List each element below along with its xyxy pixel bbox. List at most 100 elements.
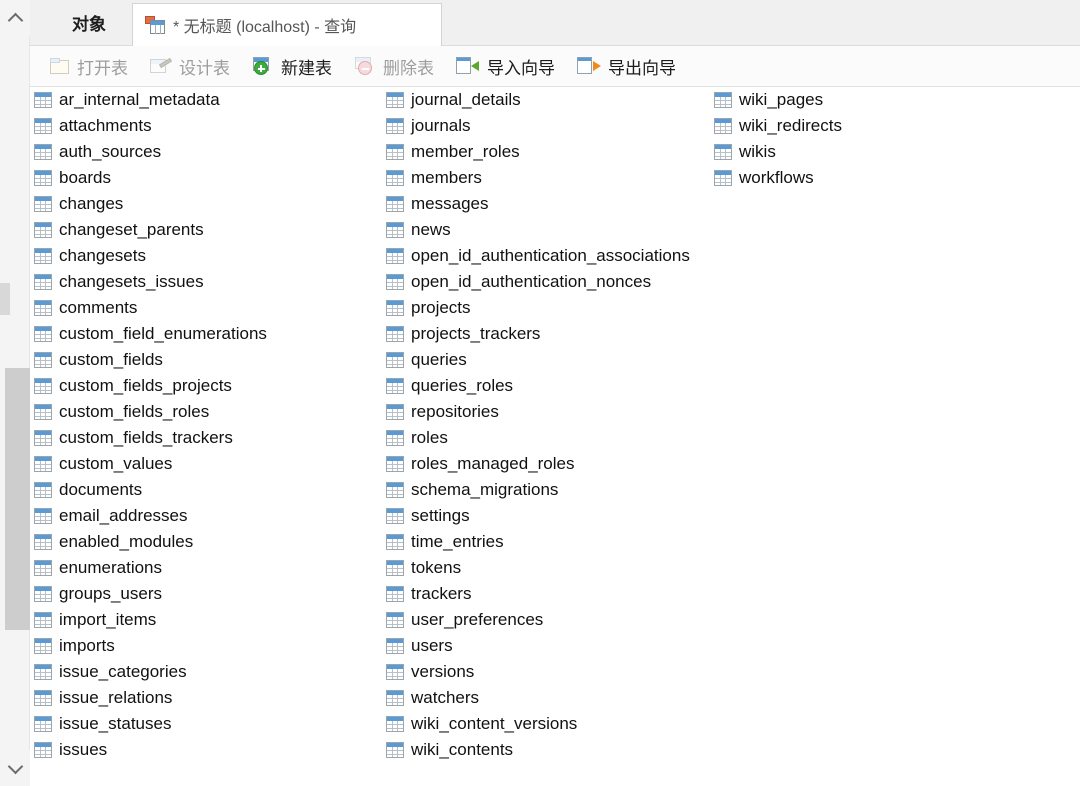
table-list-item[interactable]: repositories bbox=[382, 399, 722, 425]
table-list-item[interactable]: projects_trackers bbox=[382, 321, 722, 347]
table-icon bbox=[386, 430, 404, 446]
table-list-item[interactable]: queries_roles bbox=[382, 373, 722, 399]
table-list-item[interactable]: attachments bbox=[30, 113, 380, 139]
table-icon bbox=[34, 222, 52, 238]
table-list-item[interactable]: wiki_content_versions bbox=[382, 711, 722, 737]
table-list-item[interactable]: enabled_modules bbox=[30, 529, 380, 555]
table-list-item[interactable]: boards bbox=[30, 165, 380, 191]
table-list-item[interactable]: schema_migrations bbox=[382, 477, 722, 503]
scroll-up-button[interactable] bbox=[0, 0, 30, 36]
open-table-button[interactable]: 打开表 bbox=[42, 51, 136, 82]
table-list-item[interactable]: wiki_redirects bbox=[710, 113, 1060, 139]
table-name-label: repositories bbox=[411, 402, 499, 422]
table-list-item[interactable]: wiki_pages bbox=[710, 87, 1060, 113]
table-list-item[interactable]: issues bbox=[30, 737, 380, 763]
table-list-item[interactable]: settings bbox=[382, 503, 722, 529]
new-table-button[interactable]: 新建表 bbox=[244, 51, 340, 82]
vertical-scrollbar[interactable] bbox=[0, 0, 30, 786]
table-list-item[interactable]: custom_fields bbox=[30, 347, 380, 373]
table-list-item[interactable]: news bbox=[382, 217, 722, 243]
table-list-item[interactable]: custom_field_enumerations bbox=[30, 321, 380, 347]
table-list-item[interactable]: journals bbox=[382, 113, 722, 139]
table-icon bbox=[386, 300, 404, 316]
table-list-item[interactable]: issue_categories bbox=[30, 659, 380, 685]
table-list-item[interactable]: member_roles bbox=[382, 139, 722, 165]
import-wizard-button[interactable]: 导入向导 bbox=[448, 51, 563, 82]
scroll-down-button[interactable] bbox=[0, 750, 30, 786]
table-list-item[interactable]: versions bbox=[382, 659, 722, 685]
table-list-item[interactable]: members bbox=[382, 165, 722, 191]
table-name-label: news bbox=[411, 220, 451, 240]
design-table-label: 设计表 bbox=[179, 54, 230, 79]
table-name-label: custom_fields_trackers bbox=[59, 428, 233, 448]
new-table-label: 新建表 bbox=[281, 54, 332, 79]
scrollbar-thumb[interactable] bbox=[5, 368, 30, 630]
table-list-item[interactable]: imports bbox=[30, 633, 380, 659]
tab-query[interactable]: * 无标题 (localhost) - 查询 bbox=[132, 3, 442, 46]
table-icon bbox=[34, 612, 52, 628]
tab-objects[interactable]: 对象 bbox=[50, 0, 128, 45]
table-name-label: wiki_content_versions bbox=[411, 714, 577, 734]
table-name-label: workflows bbox=[739, 168, 814, 188]
table-list-item[interactable]: issue_statuses bbox=[30, 711, 380, 737]
table-list-item[interactable]: changeset_parents bbox=[30, 217, 380, 243]
table-list-item[interactable]: queries bbox=[382, 347, 722, 373]
table-icon bbox=[34, 92, 52, 108]
table-list-item[interactable]: open_id_authentication_nonces bbox=[382, 269, 722, 295]
table-list-item[interactable]: documents bbox=[30, 477, 380, 503]
table-list-item[interactable]: journal_details bbox=[382, 87, 722, 113]
export-wizard-icon bbox=[577, 57, 601, 75]
table-list-item[interactable]: users bbox=[382, 633, 722, 659]
scrollbar-side-nub[interactable] bbox=[0, 283, 10, 315]
table-icon bbox=[34, 482, 52, 498]
table-list-item[interactable]: workflows bbox=[710, 165, 1060, 191]
table-list-item[interactable]: changesets bbox=[30, 243, 380, 269]
table-list-item[interactable]: changesets_issues bbox=[30, 269, 380, 295]
table-list-item[interactable]: custom_fields_projects bbox=[30, 373, 380, 399]
table-list-item[interactable]: wiki_contents bbox=[382, 737, 722, 763]
table-list-item[interactable]: open_id_authentication_associations bbox=[382, 243, 722, 269]
table-icon bbox=[34, 170, 52, 186]
table-list-item[interactable]: wikis bbox=[710, 139, 1060, 165]
table-list-item[interactable]: groups_users bbox=[30, 581, 380, 607]
table-list-item[interactable]: projects bbox=[382, 295, 722, 321]
table-list-item[interactable]: custom_fields_trackers bbox=[30, 425, 380, 451]
table-list-item[interactable]: import_items bbox=[30, 607, 380, 633]
table-list-item[interactable]: watchers bbox=[382, 685, 722, 711]
table-list-item[interactable]: user_preferences bbox=[382, 607, 722, 633]
table-list-item[interactable]: roles_managed_roles bbox=[382, 451, 722, 477]
table-icon bbox=[386, 222, 404, 238]
table-name-label: member_roles bbox=[411, 142, 520, 162]
table-name-label: queries bbox=[411, 350, 467, 370]
delete-table-button[interactable]: 删除表 bbox=[346, 51, 442, 82]
table-list-item[interactable]: comments bbox=[30, 295, 380, 321]
table-list-item[interactable]: tokens bbox=[382, 555, 722, 581]
import-wizard-label: 导入向导 bbox=[487, 54, 555, 79]
export-wizard-button[interactable]: 导出向导 bbox=[569, 51, 684, 82]
table-list-item[interactable]: roles bbox=[382, 425, 722, 451]
table-list-item[interactable]: ar_internal_metadata bbox=[30, 87, 380, 113]
table-list-item[interactable]: trackers bbox=[382, 581, 722, 607]
table-list[interactable]: ar_internal_metadata attachmentsauth_sour… bbox=[30, 87, 1080, 786]
table-list-item[interactable]: messages bbox=[382, 191, 722, 217]
table-icon bbox=[34, 196, 52, 212]
table-list-item[interactable]: auth_sources bbox=[30, 139, 380, 165]
table-list-item[interactable]: custom_values bbox=[30, 451, 380, 477]
table-list-item[interactable]: issue_relations bbox=[30, 685, 380, 711]
table-icon bbox=[386, 508, 404, 524]
table-icon bbox=[34, 118, 52, 134]
table-name-label: changes bbox=[59, 194, 123, 214]
table-icon bbox=[34, 274, 52, 290]
table-list-item[interactable]: time_entries bbox=[382, 529, 722, 555]
design-table-button[interactable]: 设计表 bbox=[142, 51, 238, 82]
table-icon bbox=[386, 404, 404, 420]
table-name-label: import_items bbox=[59, 610, 156, 630]
table-list-item[interactable]: changes bbox=[30, 191, 380, 217]
open-table-label: 打开表 bbox=[77, 54, 128, 79]
tab-query-label: * 无标题 (localhost) - 查询 bbox=[173, 13, 356, 37]
table-name-label: watchers bbox=[411, 688, 479, 708]
table-list-item[interactable]: email_addresses bbox=[30, 503, 380, 529]
table-name-label: ar_internal_metadata bbox=[59, 90, 220, 110]
table-list-item[interactable]: enumerations bbox=[30, 555, 380, 581]
table-list-item[interactable]: custom_fields_roles bbox=[30, 399, 380, 425]
